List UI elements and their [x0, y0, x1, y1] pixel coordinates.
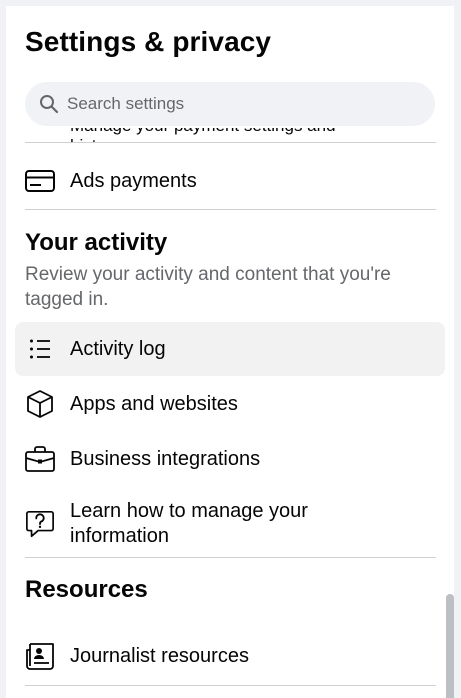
- item-label: Activity log: [70, 337, 166, 360]
- section-title-resources: Resources: [25, 576, 148, 603]
- divider: [25, 142, 436, 143]
- list-icon: [25, 334, 55, 364]
- search-input[interactable]: [67, 94, 407, 114]
- partial-item-label[interactable]: Manage your payment settings and history: [70, 128, 390, 142]
- section-title-activity: Your activity: [25, 229, 168, 256]
- item-apps-and-websites[interactable]: Apps and websites: [15, 377, 445, 431]
- item-learn-manage-information[interactable]: Learn how to manage your information: [15, 493, 445, 555]
- item-label: Journalist resources: [70, 644, 249, 667]
- item-business-integrations[interactable]: Business integrations: [15, 432, 445, 486]
- item-label: Business integrations: [70, 447, 261, 470]
- item-journalist-resources[interactable]: Journalist resources: [15, 629, 445, 683]
- item-ads-payments[interactable]: Ads payments: [15, 154, 445, 208]
- item-activity-log[interactable]: Activity log: [15, 322, 445, 376]
- item-label: Ads payments: [70, 169, 197, 192]
- search-bar[interactable]: [25, 82, 435, 126]
- briefcase-icon: [25, 444, 55, 474]
- divider: [25, 557, 436, 558]
- settings-panel: Settings & privacy Manage your payment s…: [6, 6, 454, 698]
- divider: [25, 209, 436, 210]
- cube-icon: [25, 389, 55, 419]
- search-icon: [40, 95, 59, 114]
- page-title: Settings & privacy: [25, 26, 272, 57]
- section-subtitle-activity: Review your activity and content that yo…: [25, 264, 391, 310]
- question-chat-icon: [25, 509, 55, 539]
- item-label: Apps and websites: [70, 392, 238, 415]
- credit-card-icon: [25, 166, 55, 196]
- newspaper-icon: [25, 641, 55, 671]
- scrollbar-thumb[interactable]: [446, 594, 454, 698]
- item-label: Learn how to manage your information: [70, 500, 308, 547]
- divider: [25, 685, 436, 686]
